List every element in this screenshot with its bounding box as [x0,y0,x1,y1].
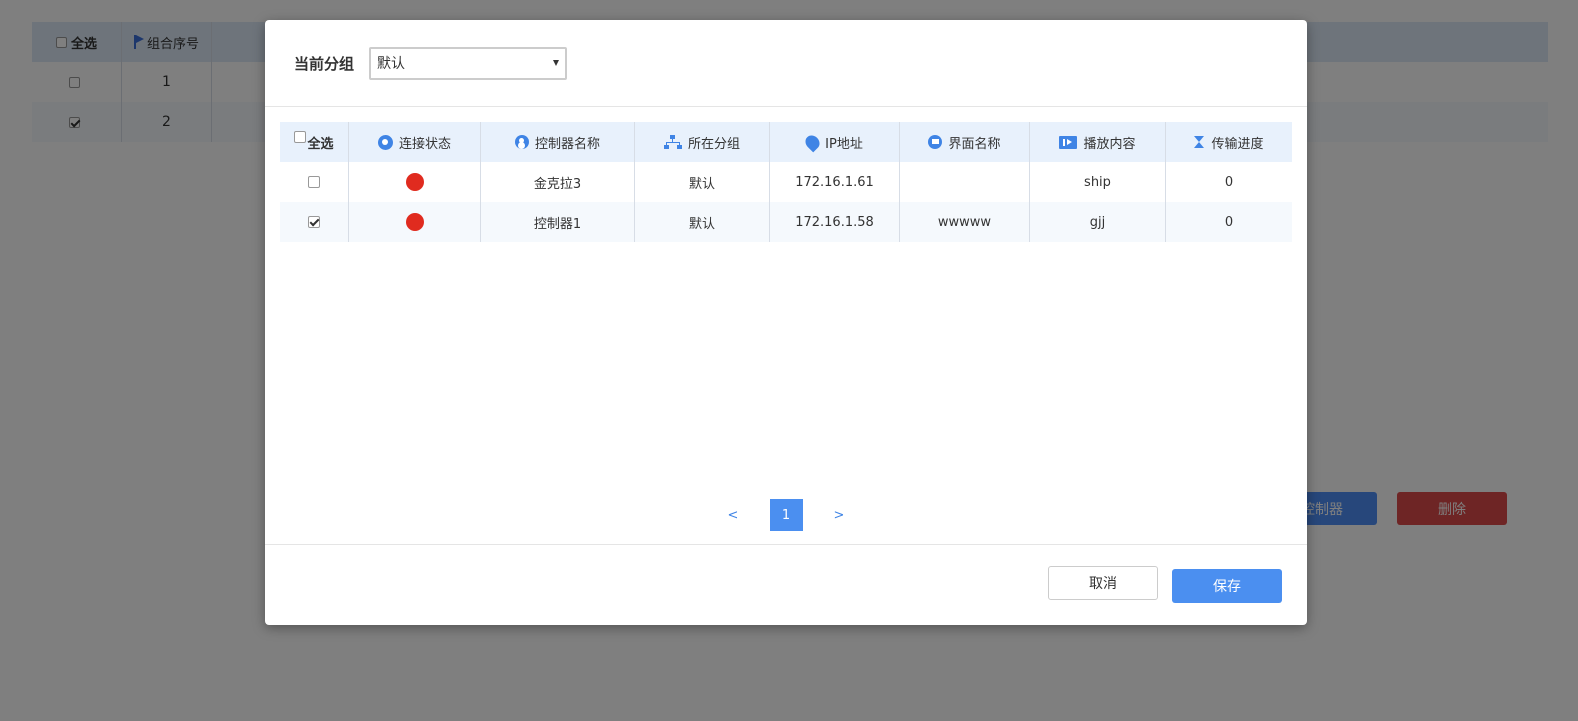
prev-page-button[interactable]: < [717,499,750,531]
header-ip-label: IP地址 [825,136,863,152]
hourglass-icon [1194,135,1205,150]
network-icon [663,135,682,149]
name-cell: 控制器1 [481,202,635,242]
select-all-label: 全选 [307,136,334,152]
header-name: 控制器名称 [481,122,635,162]
status-icon [377,134,393,150]
select-all-checkbox[interactable] [294,130,307,143]
screen-icon [928,135,943,149]
controller-group-modal: 当前分组 默认 全选 连接状态 控制器名称 所在分组 IP地址 界面名称 播放内… [265,20,1307,625]
content-cell: gjj [1030,202,1166,242]
modal-header: 当前分组 默认 [265,20,1307,107]
table-row[interactable]: 金克拉3 默认 172.16.1.61 ship 0 [280,162,1292,202]
row-check-cell[interactable] [280,202,349,242]
row-checkbox[interactable] [308,216,320,228]
header-content-label: 播放内容 [1083,136,1136,152]
name-cell: 金克拉3 [481,162,635,202]
play-icon [1059,135,1078,149]
header-status: 连接状态 [349,122,481,162]
group-select[interactable]: 默认 [369,46,568,80]
status-dot [405,173,424,191]
controller-table: 全选 连接状态 控制器名称 所在分组 IP地址 界面名称 播放内容 传输进度 金… [280,122,1292,242]
header-status-label: 连接状态 [398,136,451,152]
pagination: < 1 > [265,499,1307,531]
header-screen: 界面名称 [900,122,1030,162]
header-progress-label: 传输进度 [1211,136,1264,152]
save-button[interactable]: 保存 [1172,569,1282,603]
group-cell: 默认 [635,162,770,202]
content-cell: ship [1030,162,1166,202]
header-group-label: 所在分组 [687,136,740,152]
row-checkbox[interactable] [308,176,320,188]
table-header: 全选 连接状态 控制器名称 所在分组 IP地址 界面名称 播放内容 传输进度 [280,122,1292,162]
ip-cell: 172.16.1.58 [770,202,900,242]
header-screen-label: 界面名称 [948,136,1001,152]
header-progress: 传输进度 [1166,122,1292,162]
screen-cell: wwwww [900,202,1030,242]
select-all-cell[interactable]: 全选 [280,122,349,162]
table-row[interactable]: 控制器1 默认 172.16.1.58 wwwww gjj 0 [280,202,1292,242]
next-page-button[interactable]: > [823,499,856,531]
header-ip: IP地址 [770,122,900,162]
page-1-button[interactable]: 1 [769,499,803,531]
modal-footer: 取消 保存 [265,544,1307,625]
status-cell [349,162,481,202]
group-select-value: 默认 [377,56,406,72]
row-check-cell[interactable] [280,162,349,202]
screen-cell [900,162,1030,202]
header-content: 播放内容 [1030,122,1166,162]
caret-down-icon [553,60,560,66]
ip-cell: 172.16.1.61 [770,162,900,202]
controller-icon [514,135,529,149]
cancel-button[interactable]: 取消 [1048,566,1158,600]
header-name-label: 控制器名称 [534,136,600,152]
status-cell [349,202,481,242]
progress-cell: 0 [1224,214,1234,230]
location-pin-icon [802,132,823,152]
group-cell: 默认 [635,202,770,242]
current-group-label: 当前分组 [294,54,355,73]
status-dot [405,213,424,231]
header-group: 所在分组 [635,122,770,162]
select-all[interactable]: 全选 [294,130,334,152]
progress-cell: 0 [1224,174,1234,190]
